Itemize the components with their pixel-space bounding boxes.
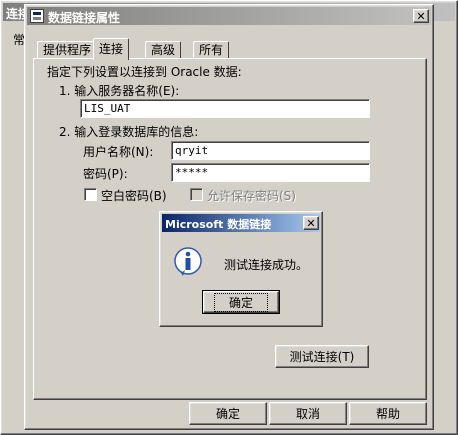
test-connection-button[interactable]: 测试连接(T)	[275, 345, 369, 368]
allow-save-password-label: 允许保存密码(S)	[207, 189, 296, 203]
login-info-label: 2. 输入登录数据库的信息:	[59, 125, 199, 139]
message-box-ok-label: 确定	[213, 292, 269, 312]
username-value: qryit	[175, 144, 209, 157]
username-input[interactable]: qryit	[171, 141, 370, 160]
message-box: Microsoft 数据链接 ✕ 测试连接成功。 确定	[159, 211, 323, 327]
blank-password-checkbox[interactable]	[84, 188, 97, 201]
server-name-input[interactable]: LIS_UAT	[80, 99, 370, 118]
server-name-label: 1. 输入服务器名称(E):	[59, 84, 180, 98]
password-label: 密码(P):	[83, 167, 128, 181]
cancel-button-label: 取消	[295, 407, 320, 421]
message-box-titlebar[interactable]: Microsoft 数据链接 ✕	[162, 214, 320, 232]
help-button[interactable]: 帮助	[349, 402, 427, 425]
test-connection-label: 测试连接(T)	[289, 350, 355, 364]
server-name-value: LIS_UAT	[84, 102, 131, 115]
ok-button[interactable]: 确定	[189, 402, 267, 425]
message-box-title: Microsoft 数据链接	[165, 218, 272, 231]
message-box-ok-button[interactable]: 确定	[202, 290, 280, 314]
username-label: 用户名称(N):	[83, 145, 154, 159]
close-icon: ✕	[306, 216, 316, 230]
instruction-text: 指定下列设置以连接到 Oracle 数据:	[47, 65, 242, 79]
ok-button-label: 确定	[215, 407, 240, 421]
allow-save-password-checkbox	[190, 188, 203, 201]
message-box-close-button[interactable]: ✕	[303, 216, 319, 230]
message-text: 测试连接成功。	[224, 258, 309, 272]
blank-password-label[interactable]: 空白密码(B)	[101, 187, 167, 204]
cancel-button[interactable]: 取消	[269, 402, 347, 425]
info-icon	[172, 246, 204, 278]
password-input[interactable]: *****	[171, 163, 370, 182]
help-button-label: 帮助	[375, 407, 400, 421]
password-value: *****	[175, 166, 209, 179]
